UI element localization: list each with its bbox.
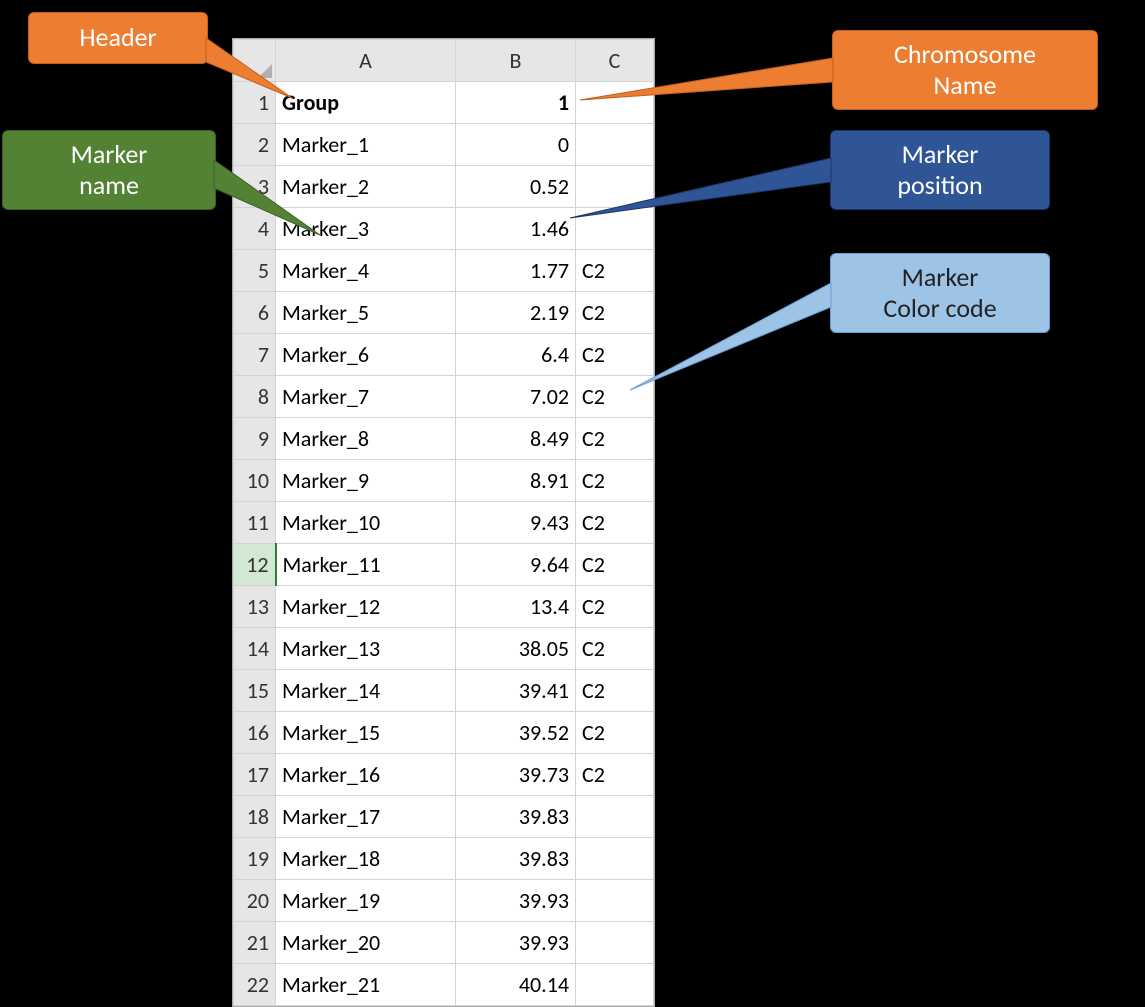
- callout-marker-color-pointer: [0, 0, 1145, 979]
